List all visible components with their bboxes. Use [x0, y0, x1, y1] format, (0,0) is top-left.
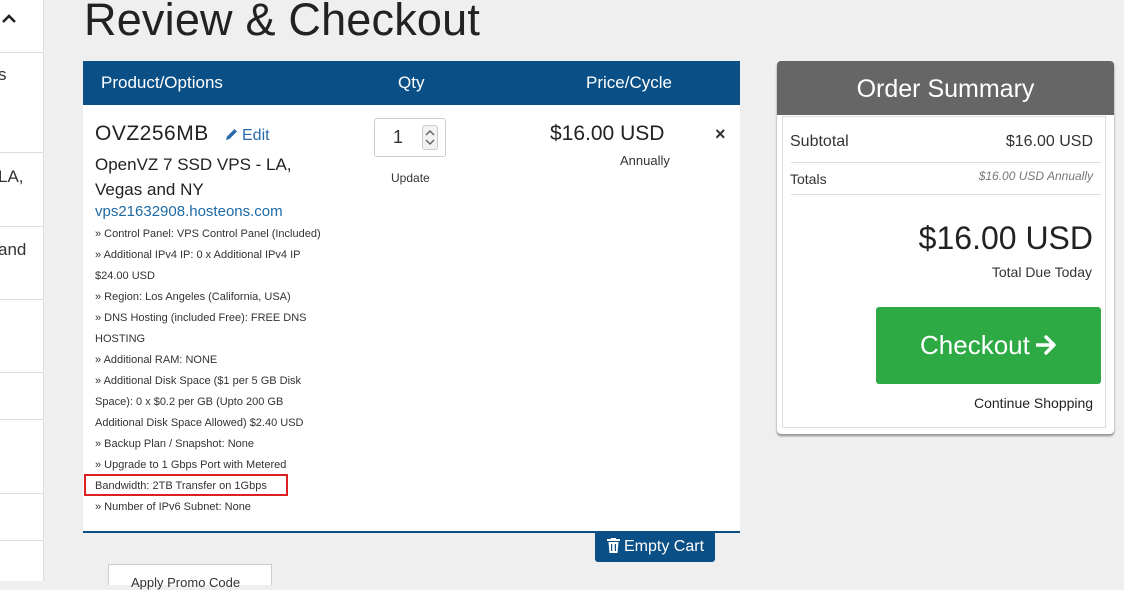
sidebar-item[interactable]: s [0, 53, 43, 153]
order-summary: Order Summary Subtotal $16.00 USD Totals… [777, 61, 1114, 434]
sidebar-item-label: s [0, 65, 7, 85]
option-line: » Upgrade to 1 Gbps Port with Metered [95, 459, 287, 471]
sidebar-item[interactable] [0, 373, 43, 420]
order-summary-body: Subtotal $16.00 USD Totals $16.00 USD An… [782, 116, 1106, 428]
totals-note: $16.00 USD Annually [978, 169, 1093, 183]
continue-shopping-link[interactable]: Continue Shopping [974, 395, 1093, 411]
page-title: Review & Checkout [84, 0, 481, 45]
empty-cart-button[interactable]: Empty Cart [595, 531, 715, 562]
sidebar-item[interactable]: and [0, 227, 43, 300]
header-price: Price/Cycle [586, 73, 672, 92]
option-line: » Additional RAM: NONE [95, 354, 218, 366]
close-icon[interactable]: × [715, 124, 726, 145]
cart-panel: Product/Options Qty Price/Cycle OVZ256MB… [83, 61, 740, 533]
divider [791, 194, 1101, 195]
quantity-input[interactable]: 1 [374, 118, 446, 157]
edit-label: Edit [242, 127, 270, 144]
header-product: Product/Options [101, 73, 223, 92]
sidebar-item-label: and [0, 240, 27, 259]
sidebar-item[interactable] [0, 494, 43, 541]
total-due-amount: $16.00 USD [918, 220, 1093, 256]
stepper-arrows-icon [425, 129, 435, 146]
tab-promo-label: Apply Promo Code [131, 575, 241, 590]
subtotal-value: $16.00 USD [1005, 133, 1093, 150]
option-line: » Control Panel: VPS Control Panel (Incl… [95, 228, 321, 240]
header-qty: Qty [398, 73, 425, 92]
option-line: Additional Disk Space Allowed) $2.40 USD [95, 417, 304, 429]
option-line: » Region: Los Angeles (California, USA) [95, 291, 291, 303]
update-link[interactable]: Update [391, 171, 430, 185]
option-line: » Number of IPv6 Subnet: None [95, 501, 251, 513]
product-name: OVZ256MB [95, 122, 209, 145]
trash-icon [607, 538, 620, 553]
subtotal-label: Subtotal [790, 133, 849, 150]
quantity-value: 1 [393, 127, 404, 147]
empty-cart-label: Empty Cart [624, 538, 705, 555]
edit-link[interactable]: Edit [224, 127, 270, 145]
sidebar-item-label: LA, [0, 167, 24, 186]
sidebar-item[interactable]: LA, [0, 153, 43, 227]
totals-label: Totals [790, 171, 827, 187]
checkout-label: Checkout [920, 330, 1030, 360]
option-line: » Additional Disk Space ($1 per 5 GB Dis… [95, 375, 302, 387]
divider [791, 162, 1101, 163]
arrow-right-icon [1036, 335, 1056, 355]
sidebar-header[interactable] [0, 0, 43, 53]
order-summary-title: Order Summary [777, 61, 1114, 115]
option-line: » Additional IPv4 IP: 0 x Additional IPv… [95, 249, 301, 261]
option-line: » DNS Hosting (included Free): FREE DNS [95, 312, 307, 324]
product-domain: vps21632908.hosteons.com [95, 203, 283, 220]
sidebar: s LA, and [0, 0, 44, 581]
option-line: Space): 0 x $0.2 per GB (Upto 200 GB [95, 396, 284, 408]
option-line: $24.00 USD [95, 270, 155, 282]
chevron-up-icon[interactable] [2, 12, 16, 26]
checkout-button[interactable]: Checkout [876, 307, 1101, 384]
cart-header: Product/Options Qty Price/Cycle [83, 61, 740, 105]
sidebar-item[interactable] [0, 300, 43, 373]
product-group: OpenVZ 7 SSD VPS - LA, Vegas and NY [95, 155, 292, 199]
highlight-box [84, 474, 288, 496]
item-price: $16.00 USD [550, 122, 665, 145]
total-due-label: Total Due Today [991, 264, 1092, 280]
option-line: HOSTING [95, 333, 146, 345]
tab-promo-code[interactable]: Apply Promo Code [108, 564, 272, 590]
sidebar-item[interactable] [0, 420, 43, 494]
billing-cycle: Annually [620, 153, 670, 168]
option-line: » Backup Plan / Snapshot: None [95, 438, 254, 450]
quantity-stepper[interactable] [422, 125, 438, 150]
pencil-icon [226, 129, 237, 140]
